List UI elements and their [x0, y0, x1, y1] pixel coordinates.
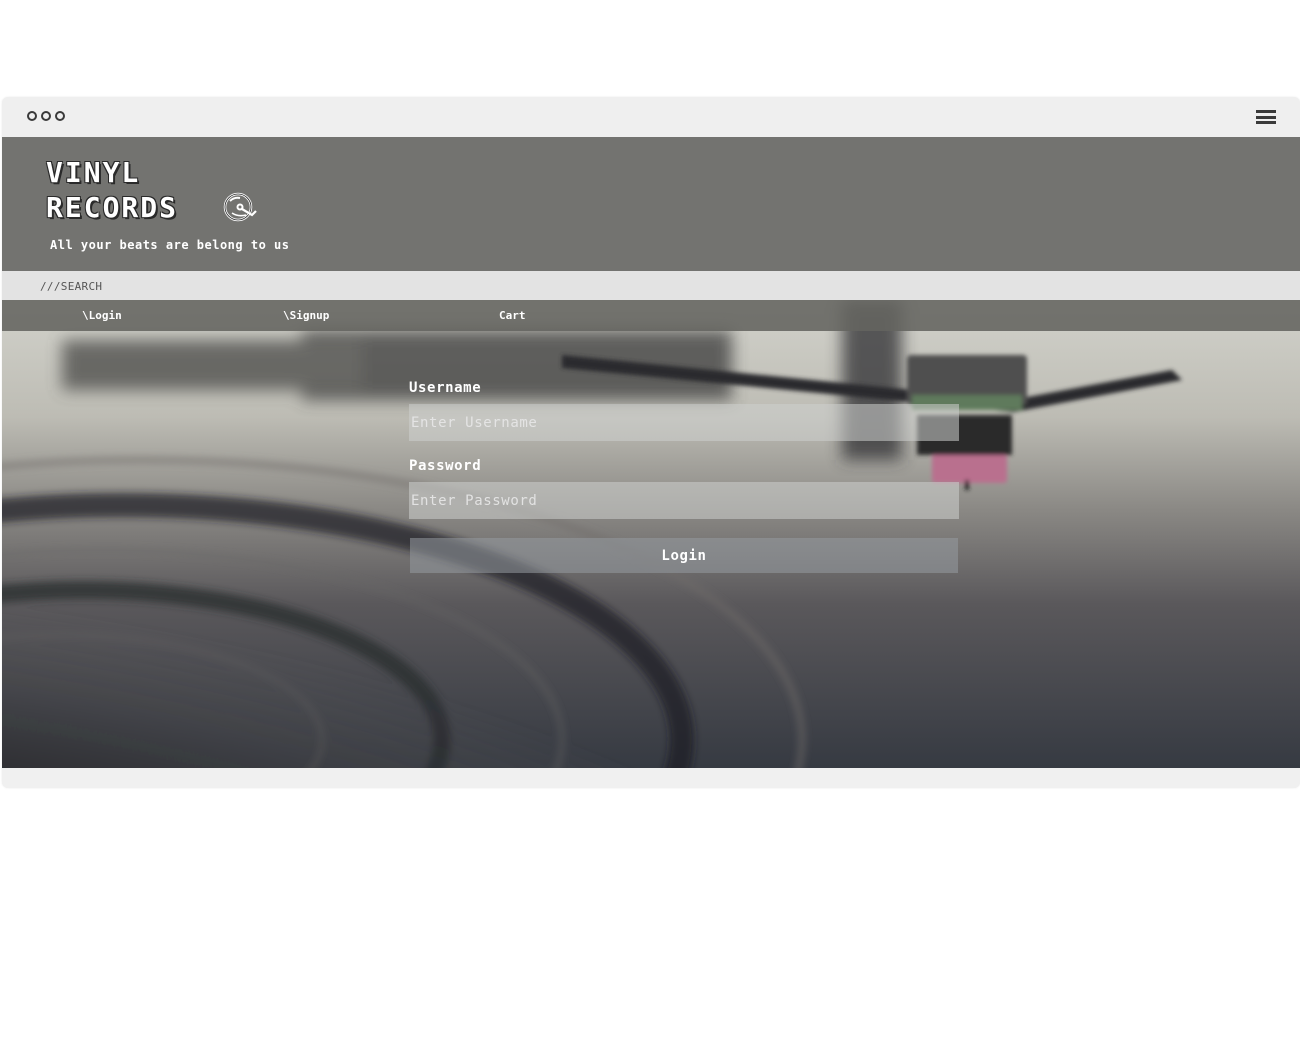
- browser-window: VINYL RECORDS All your beats are belong …: [2, 97, 1300, 788]
- username-label: Username: [409, 380, 482, 396]
- site-header: VINYL RECORDS All your beats are belong …: [2, 137, 1300, 271]
- window-dot: [41, 111, 51, 121]
- logo-title-line2: RECORDS: [46, 191, 179, 224]
- main-content: \Login \Signup Cart Username Password Lo…: [2, 300, 1300, 768]
- password-label: Password: [409, 458, 482, 474]
- login-form: Username Password Login: [409, 380, 959, 573]
- vinyl-record-icon: [223, 192, 257, 222]
- window-dot: [27, 111, 37, 121]
- window-dots-icon: [27, 111, 65, 121]
- window-chrome: [2, 97, 1300, 137]
- site-tagline: All your beats are belong to us: [50, 238, 290, 252]
- nav-cart-link[interactable]: Cart: [499, 309, 526, 322]
- hamburger-menu-icon[interactable]: [1256, 110, 1276, 124]
- search-label[interactable]: ///SEARCH: [40, 280, 102, 293]
- nav-login-link[interactable]: \Login: [82, 309, 122, 322]
- search-bar[interactable]: ///SEARCH: [2, 271, 1300, 300]
- nav-signup-link[interactable]: \Signup: [283, 309, 329, 322]
- footer-strip: [2, 768, 1300, 788]
- login-button[interactable]: Login: [410, 538, 958, 573]
- logo-title-line1: VINYL: [46, 156, 141, 189]
- username-input[interactable]: [409, 404, 959, 441]
- nav-bar: \Login \Signup Cart: [2, 300, 1300, 331]
- window-dot: [55, 111, 65, 121]
- password-input[interactable]: [409, 482, 959, 519]
